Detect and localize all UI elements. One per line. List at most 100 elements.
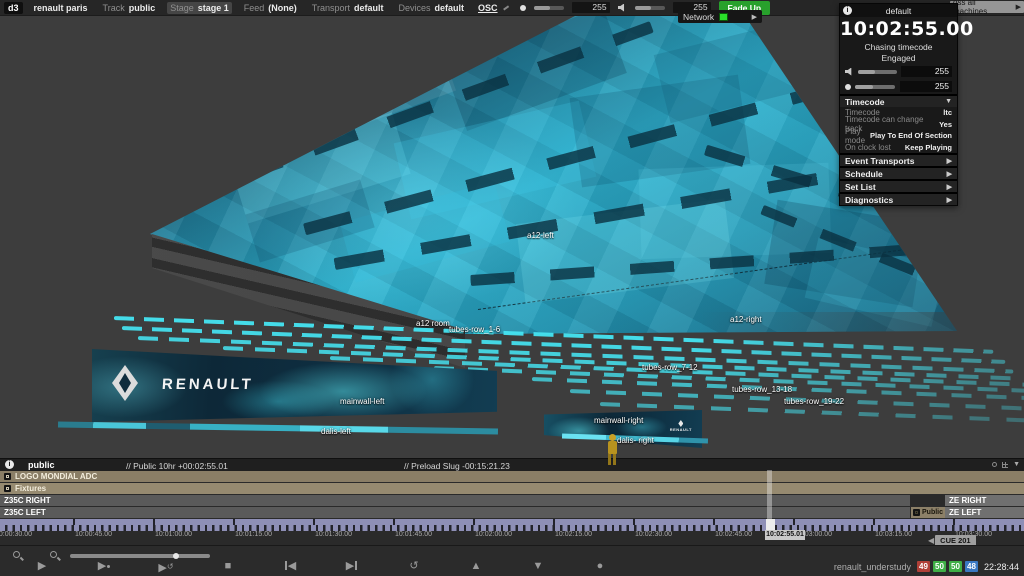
current-time-chip: 10:02:55.01	[765, 530, 805, 540]
ruler-tick: 10:01:30.00	[315, 531, 352, 538]
arrow-up-button[interactable]: ▲	[463, 559, 489, 574]
d3-logo[interactable]: d3	[4, 2, 23, 14]
chevron-right-icon: ▶	[947, 183, 952, 191]
ruler-tick: 10:01:15.00	[235, 531, 272, 538]
brightness-slider[interactable]	[534, 6, 564, 10]
panel-row-on-clock-lost[interactable]: On clock lostKeep Playing	[840, 142, 957, 154]
ruler-tick: 10:01:45.00	[395, 531, 432, 538]
play-button[interactable]: ▶	[29, 559, 55, 574]
fps-badges: 49505048	[917, 561, 978, 572]
layer-bar[interactable]: LOGO MONDIAL ADC	[0, 471, 1024, 482]
ruler-tick-labels: 10:00:30.00 10:00:45.00 10:01:00.00 10:01:1…	[0, 531, 1024, 541]
renault-diamond-logo	[112, 365, 138, 401]
chevron-down-icon: ▼	[945, 98, 952, 105]
panel-row-play-mode[interactable]: Play modePlay To End Of Section	[840, 130, 957, 142]
panel-brightness-value[interactable]: 255	[900, 81, 952, 92]
layer-expand-icon[interactable]	[4, 485, 11, 492]
timeline-scrollbar[interactable]	[70, 554, 210, 558]
volume-slider[interactable]	[635, 6, 665, 10]
run-across-all-machines-button[interactable]: oss all machines ▶	[950, 1, 1024, 13]
layer-bar[interactable]: Z35C RIGHT	[0, 495, 910, 506]
timeline-layer-z35c-left[interactable]: Z35C LEFTPublic TZE LEFT	[0, 507, 1024, 518]
network-widget[interactable]: Network ▶	[678, 10, 762, 23]
menu-item-feed[interactable]: Feed(None)	[241, 2, 300, 14]
previous-section-button[interactable]: ◀	[277, 559, 303, 574]
transport-buttons: ▶▶▶↺■◀▶↺▲▼●	[0, 559, 660, 575]
menu-item-track[interactable]: Trackpublic	[100, 2, 159, 14]
network-label: Network	[683, 12, 714, 22]
timecode-display: 10:02:55.00	[840, 17, 957, 42]
panel-section-diagnostics[interactable]: Diagnostics▶	[840, 192, 957, 205]
fps-badge: 50	[933, 561, 946, 572]
timeline-layer-fixtures[interactable]: Fixtures	[0, 483, 1024, 494]
ruler-tick: 10:03:15.00	[875, 531, 912, 538]
volume-icon	[618, 4, 627, 12]
tubes-fade-shading	[700, 312, 1024, 436]
ruler-tick: 10:02:15.00	[555, 531, 592, 538]
panel-volume-value[interactable]: 255	[901, 66, 952, 77]
chevron-right-icon: ▶	[947, 196, 952, 204]
chasing-status: Chasing timecode	[840, 42, 957, 53]
timeline-panel: public // Public 10hr +00:02:55.01 // Pr…	[0, 458, 1024, 545]
fps-badge: 50	[949, 561, 962, 572]
ruler-tick: 10:01:00.00	[155, 531, 192, 538]
layer-right-ze-left[interactable]: ZE LEFT	[945, 507, 1024, 518]
fps-badge: 48	[965, 561, 978, 572]
panel-section-schedule[interactable]: Schedule▶	[840, 166, 957, 179]
fps-badge: 49	[917, 561, 930, 572]
stop-button[interactable]: ■	[215, 559, 241, 574]
loop-play-button[interactable]: ▶↺	[153, 559, 179, 576]
renault-logo-small: RENAULT	[670, 420, 692, 432]
timeline-layer-z35c-right[interactable]: Z35C RIGHT ZE RIGHT	[0, 495, 1024, 506]
menu-item-transport[interactable]: Transportdefault	[309, 2, 387, 14]
renault-diamond-icon	[678, 420, 683, 427]
panel-section-set-list[interactable]: Set List▶	[840, 179, 957, 192]
understudy-figure	[604, 434, 620, 465]
panel-volume-icon	[845, 68, 854, 76]
next-section-button[interactable]: ▶	[339, 559, 365, 574]
ruler-tick: 10:00:45.00	[75, 531, 112, 538]
arrow-down-button[interactable]: ▼	[525, 559, 551, 574]
panel-volume-slider[interactable]	[858, 70, 897, 74]
brightness-value-field[interactable]: 255	[572, 2, 610, 13]
network-expand-icon[interactable]: ▶	[752, 13, 757, 21]
ruler-tick: 10:00:30.00	[0, 531, 32, 538]
ruler-tick: 10:02:45.00	[715, 531, 752, 538]
transport-panel: default 10:02:55.00 Chasing timecode Eng…	[839, 3, 958, 206]
timeline-layer-logo-mondial-adc[interactable]: LOGO MONDIAL ADC	[0, 471, 1024, 482]
menu-item-stage[interactable]: Stagestage 1	[167, 2, 232, 14]
record-button[interactable]: ●	[587, 559, 613, 574]
menu-item-renault-paris[interactable]: renault paris	[31, 2, 91, 14]
return-to-start-button[interactable]: ↺	[401, 559, 427, 574]
panel-brightness-slider[interactable]	[855, 85, 895, 89]
info-icon	[843, 6, 852, 15]
chevron-right-icon: ▶	[947, 157, 952, 165]
panel-sections: Timecode▼TimecodeltcTimecode can change …	[840, 94, 957, 205]
layer-right-ze-right[interactable]: ZE RIGHT	[945, 495, 1024, 506]
layer-tag-public-t[interactable]: Public T	[911, 507, 945, 518]
menu-item-devices[interactable]: Devicesdefault	[396, 2, 468, 14]
panel-section-timecode[interactable]: Timecode▼	[840, 94, 957, 107]
panel-section-event-transports[interactable]: Event Transports▶	[840, 153, 957, 166]
ruler-tick: 10:02:00.00	[475, 531, 512, 538]
osc-edit-icon	[503, 5, 509, 10]
timeline-ruler[interactable]	[0, 519, 1024, 531]
menu-item-osc[interactable]: OSC	[475, 2, 512, 14]
clock: 22:28:44	[984, 562, 1019, 572]
play-to-next-button[interactable]: ▶	[91, 559, 117, 574]
chevron-right-icon: ▶	[947, 170, 952, 178]
layer-bar[interactable]: Fixtures	[0, 483, 1024, 494]
transport-panel-titlebar[interactable]: default	[840, 4, 957, 17]
brightness-icon	[520, 5, 526, 11]
menu-entries: renault paris Trackpublic Stagestage 1 Feed…	[31, 2, 468, 14]
renault-wordmark: RENAULT	[161, 376, 254, 393]
transport-panel-title: default	[886, 6, 912, 16]
ruler-tick: 10:02:30.00	[635, 531, 672, 538]
machines-arrow-icon: ▶	[1016, 3, 1021, 11]
engaged-status: Engaged	[840, 53, 957, 64]
layer-bar[interactable]: Z35C LEFT	[0, 507, 910, 518]
bottom-transport-bar: ▶▶▶↺■◀▶↺▲▼● renault_understudy 49505048 …	[0, 545, 1024, 576]
panel-brightness-icon	[845, 84, 851, 90]
playhead-line[interactable]	[767, 470, 772, 528]
layer-expand-icon[interactable]	[4, 473, 11, 480]
